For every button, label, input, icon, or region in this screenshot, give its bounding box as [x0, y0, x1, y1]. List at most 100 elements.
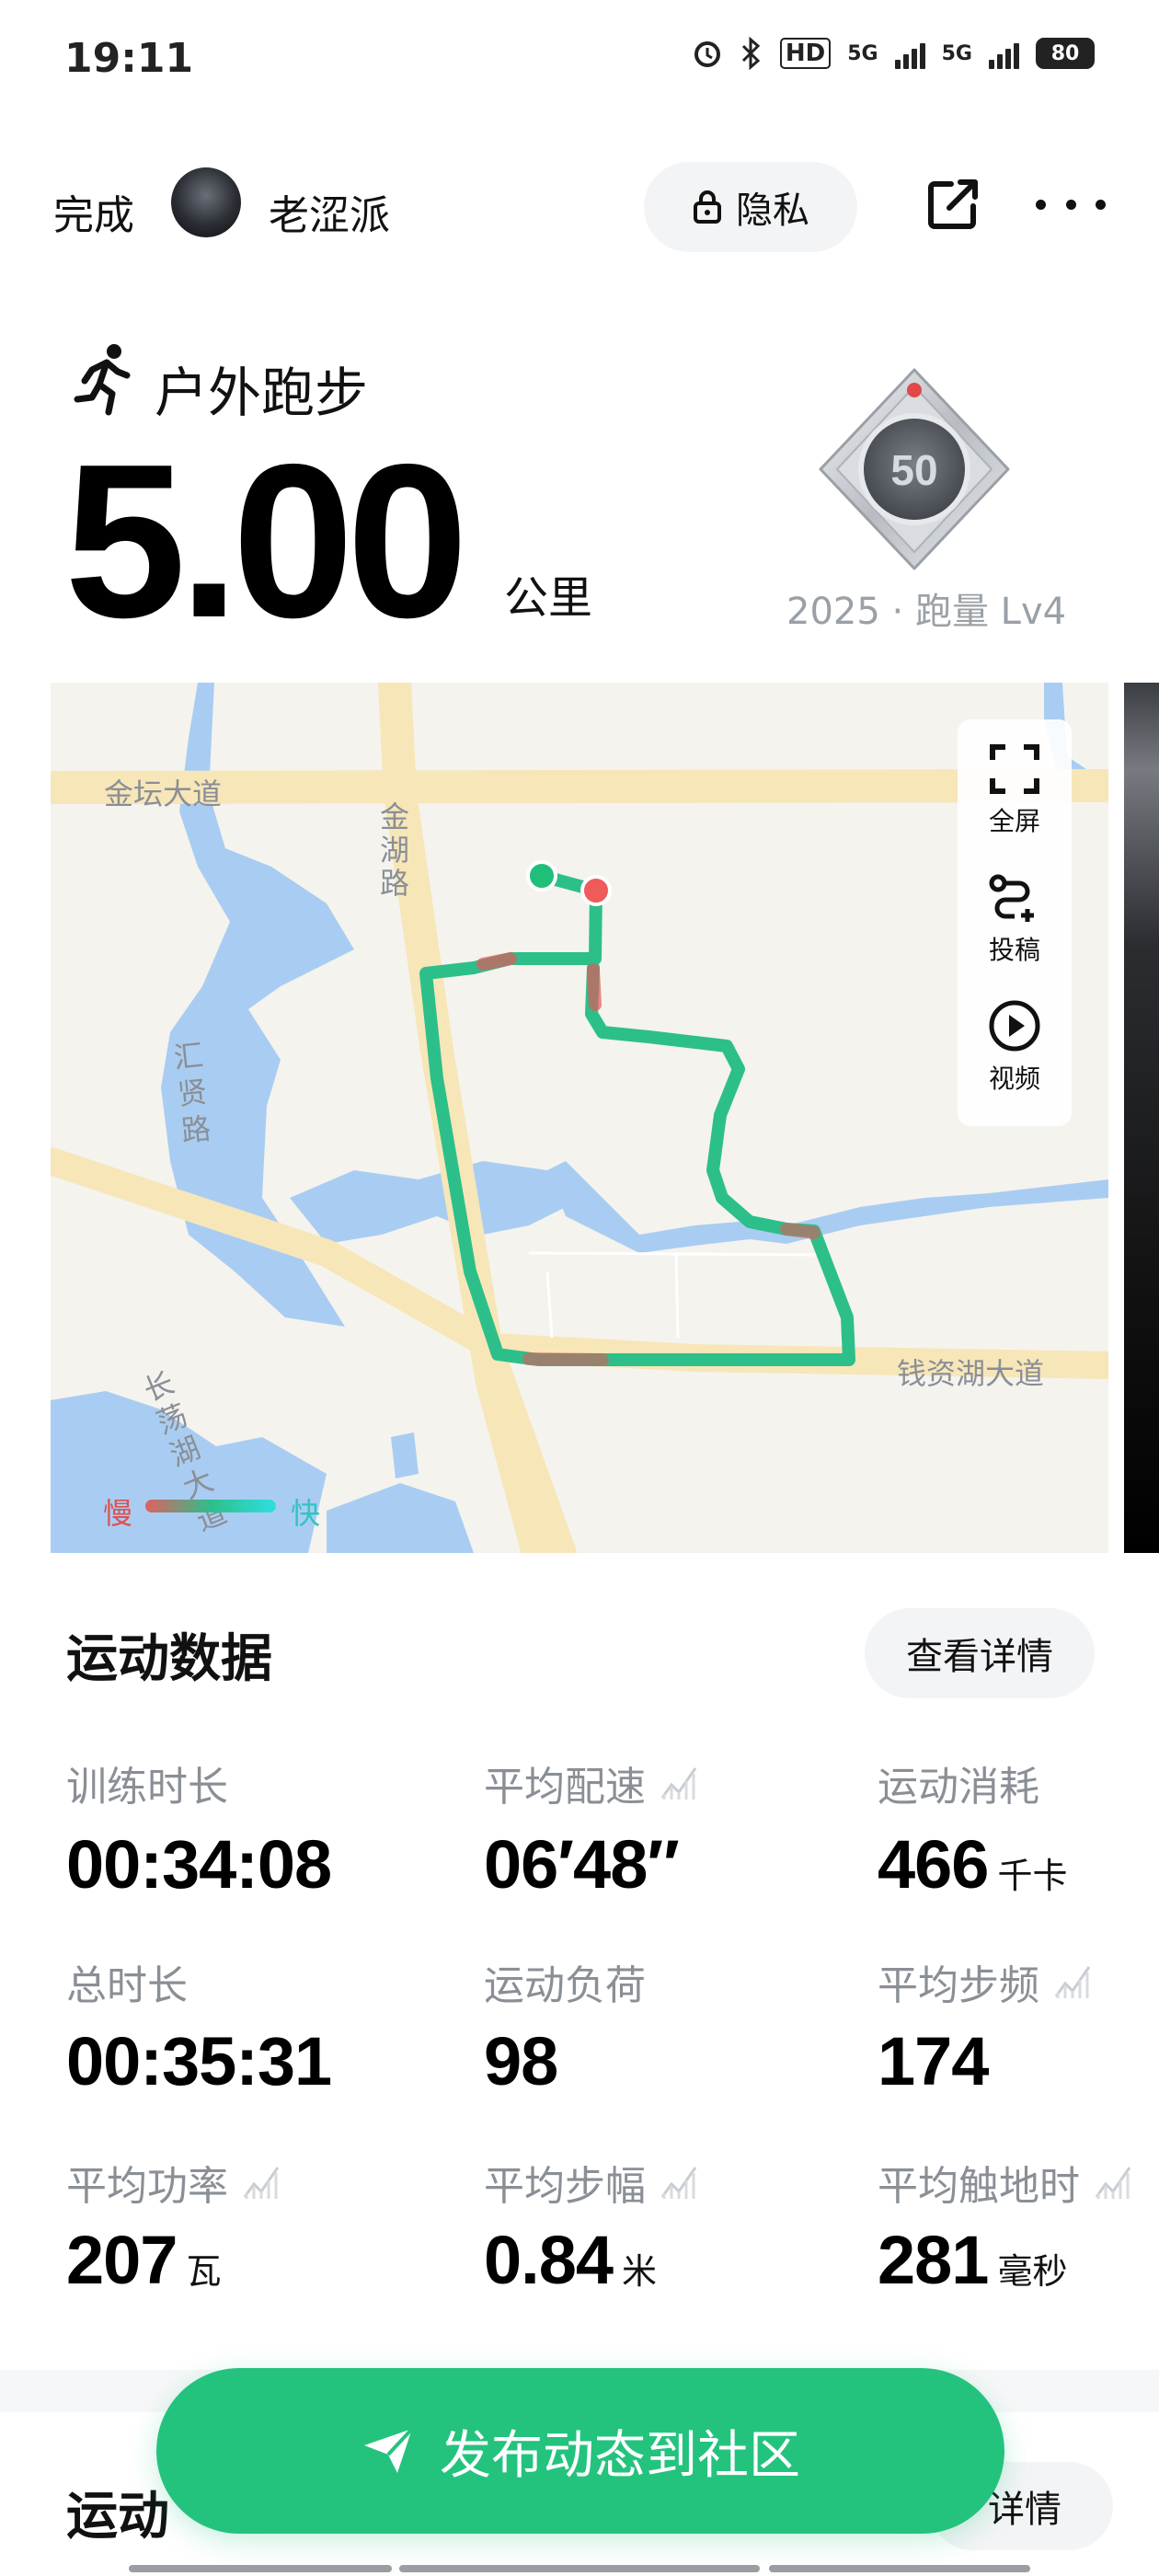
- signal-bars-icon: [894, 38, 925, 69]
- play-video-button[interactable]: 视频: [958, 999, 1072, 1096]
- stat-label: 平均步幅: [484, 2153, 699, 2212]
- stat-value: 466 千卡: [878, 1825, 1067, 1903]
- hd-badge: HD: [779, 38, 832, 69]
- stat-unit: 瓦: [186, 2251, 222, 2292]
- stat-value-text: 0.84: [484, 2222, 614, 2298]
- legend-fast-label: 快: [291, 1496, 321, 1531]
- route-start-marker: [526, 860, 557, 891]
- stat-label-text: 平均触地时: [878, 2163, 1080, 2210]
- view-details-button[interactable]: 查看详情: [865, 1608, 1095, 1698]
- stat-label: 平均触地时: [878, 2153, 1133, 2212]
- battery-icon: 80: [1036, 38, 1095, 69]
- legend-slow-label: 慢: [103, 1496, 133, 1531]
- done-button[interactable]: 完成: [53, 182, 134, 241]
- route-submit-button[interactable]: 投稿: [958, 872, 1072, 967]
- lock-icon: [694, 190, 721, 224]
- stat-label-text: 总时长: [66, 1962, 188, 2009]
- trend-chart-icon[interactable]: [241, 2164, 281, 2201]
- road-label-jintan: 金坛大道: [104, 776, 223, 811]
- stat-value-text: 00:34:08: [66, 1826, 332, 1903]
- stat-value-text: 06′48″: [484, 1826, 680, 1903]
- stat-value: 174: [878, 2022, 989, 2100]
- publish-label: 发布动态到社区: [440, 2425, 800, 2486]
- medal-number: 50: [890, 446, 937, 494]
- bluetooth-icon: [741, 37, 761, 70]
- stat-label: 平均步频: [878, 1952, 1093, 2011]
- stat-value-text: 207: [66, 2222, 178, 2298]
- stat-value-text: 00:35:31: [66, 2023, 332, 2099]
- road-label-qianzihu: 钱资湖大道: [897, 1356, 1045, 1391]
- stat-label: 运动负荷: [484, 1952, 646, 2011]
- fullscreen-icon: [990, 744, 1039, 794]
- stat-value: 281 毫秒: [878, 2221, 1067, 2299]
- road-label-jinhu: 金湖路: [380, 799, 410, 901]
- play-video-icon: [989, 1000, 1040, 1052]
- send-icon: [364, 2427, 414, 2473]
- stat-value: 207 瓦: [66, 2221, 221, 2299]
- stat-unit: 千卡: [997, 1856, 1068, 1896]
- activity-type: 户外跑步: [155, 362, 369, 424]
- play-video-label: 视频: [988, 1064, 1040, 1094]
- stat-value: 06′48″: [484, 1825, 680, 1903]
- status-time: 19:11: [64, 35, 194, 82]
- stat-value: 00:34:08: [66, 1825, 332, 1903]
- stat-label: 平均功率: [66, 2153, 281, 2212]
- stat-label-text: 平均功率: [66, 2163, 228, 2210]
- trend-chart-icon[interactable]: [659, 1765, 699, 1801]
- publish-to-community-button[interactable]: 发布动态到社区: [156, 2368, 1004, 2534]
- next-map-preview[interactable]: [1124, 683, 1159, 1553]
- fullscreen-button[interactable]: 全屏: [958, 743, 1072, 838]
- stat-label: 总时长: [66, 1952, 188, 2011]
- stat-value-text: 466: [878, 1826, 989, 1903]
- route-submit-icon: [989, 874, 1034, 922]
- distance-value: 5.00: [64, 420, 468, 663]
- stat-label-text: 平均步幅: [484, 2163, 646, 2210]
- minor-roads: [528, 1251, 824, 1339]
- more-icon[interactable]: [1036, 175, 1106, 234]
- fullscreen-label: 全屏: [988, 806, 1040, 836]
- stat-label-text: 运动消耗: [878, 1764, 1039, 1811]
- stat-value-text: 98: [484, 2023, 558, 2099]
- medal-caption: 2025 · 跑量 Lv4: [786, 591, 1067, 633]
- stat-value: 98: [484, 2022, 558, 2100]
- signal-5g-label: 5G: [847, 41, 878, 65]
- username[interactable]: 老涩派: [269, 182, 390, 241]
- signal-bars-icon-2: [989, 38, 1019, 69]
- stat-value-text: 281: [878, 2222, 989, 2298]
- stat-label-text: 训练时长: [66, 1764, 228, 1811]
- share-icon[interactable]: [924, 175, 982, 234]
- signal-5g-label-2: 5G: [941, 41, 972, 65]
- stat-label-text: 平均步频: [878, 1962, 1039, 2009]
- stat-value: 0.84 米: [484, 2221, 657, 2299]
- stat-label: 平均配速: [484, 1754, 699, 1812]
- stat-value-text: 174: [878, 2023, 989, 2099]
- section2-title: 运动: [66, 2487, 169, 2547]
- medal-badge-icon[interactable]: 50: [809, 359, 1019, 580]
- running-icon: [74, 344, 131, 416]
- privacy-label: 隐私: [736, 190, 809, 232]
- stat-unit: 米: [622, 2251, 658, 2292]
- trend-chart-icon[interactable]: [1052, 1963, 1093, 2000]
- pace-legend-bar: [145, 1500, 276, 1512]
- stat-label: 运动消耗: [878, 1754, 1039, 1812]
- home-indicator-mid: [399, 2565, 760, 2572]
- route-submit-label: 投稿: [988, 935, 1040, 965]
- avatar[interactable]: [171, 167, 241, 237]
- stats-section-title: 运动数据: [66, 1629, 272, 1689]
- stat-label-text: 运动负荷: [484, 1962, 646, 2009]
- trend-chart-icon[interactable]: [659, 2164, 699, 2201]
- trend-chart-icon[interactable]: [1093, 2164, 1133, 2201]
- alarm-icon: [694, 41, 720, 67]
- route-end-marker: [580, 875, 612, 906]
- status-icons: HD 5G 5G 80: [692, 37, 1095, 70]
- map-toolbar: 全屏 投稿 视频: [958, 719, 1072, 1126]
- home-indicator-right: [769, 2565, 1030, 2572]
- stat-label-text: 平均配速: [484, 1764, 646, 1811]
- privacy-button[interactable]: 隐私: [644, 162, 857, 252]
- stat-label: 训练时长: [66, 1754, 228, 1812]
- stat-unit: 毫秒: [997, 2251, 1068, 2292]
- distance-unit: 公里: [504, 572, 593, 624]
- route-map[interactable]: 金坛大道 金湖路 汇贤路 钱资湖大道 长荡湖大道 全屏 投稿 视频: [51, 683, 1108, 1553]
- home-indicator-left: [129, 2565, 392, 2572]
- stat-value: 00:35:31: [66, 2022, 332, 2100]
